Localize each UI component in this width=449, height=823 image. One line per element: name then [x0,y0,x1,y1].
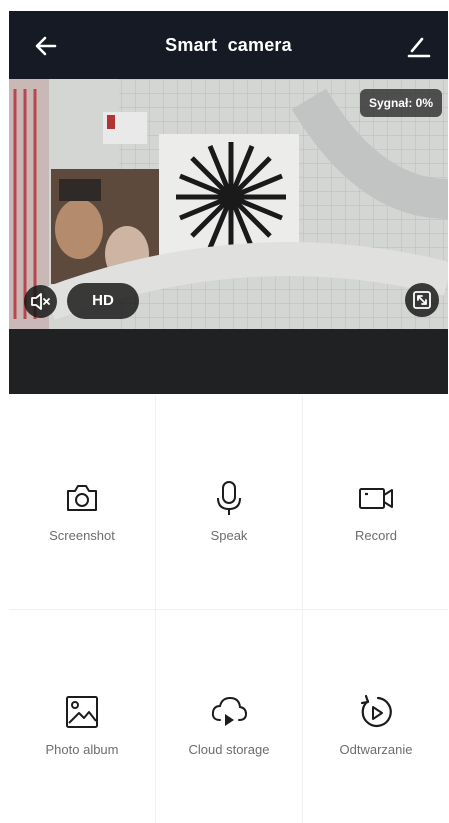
cloud-play-icon [211,696,248,726]
action-label: Photo album [45,742,119,757]
playback-button[interactable]: Odtwarzanie [303,610,449,822]
video-camera-icon [359,488,393,509]
action-label: Cloud storage [188,742,270,757]
top-app-bar: Smart camera [9,11,448,79]
camera-icon [67,485,97,511]
action-label: Screenshot [49,528,115,543]
video-quality-button[interactable]: HD [67,283,139,319]
edit-button[interactable] [406,33,432,59]
mute-button[interactable] [24,285,57,318]
video-bottom-bar [9,329,448,394]
action-grid: Screenshot Speak Record Photo album Clou… [9,396,448,823]
replay-icon [360,694,392,728]
live-video-feed[interactable]: Sygnał: 0% HD [9,79,448,329]
action-label: Odtwarzanie [339,742,413,757]
action-label: Record [355,528,397,543]
image-icon [66,696,98,728]
fullscreen-button[interactable] [405,283,439,317]
fullscreen-icon [413,291,431,309]
action-label: Speak [210,528,248,543]
microphone-icon [217,481,241,515]
edit-icon [407,37,431,58]
cloud-storage-button[interactable]: Cloud storage [156,610,302,822]
record-button[interactable]: Record [303,396,449,608]
speaker-muted-icon [31,293,50,310]
speak-button[interactable]: Speak [156,396,302,608]
signal-strength-badge: Sygnał: 0% [359,89,442,117]
screenshot-button[interactable]: Screenshot [9,396,155,608]
page-title: Smart camera [165,35,292,55]
photo-album-button[interactable]: Photo album [9,610,155,822]
